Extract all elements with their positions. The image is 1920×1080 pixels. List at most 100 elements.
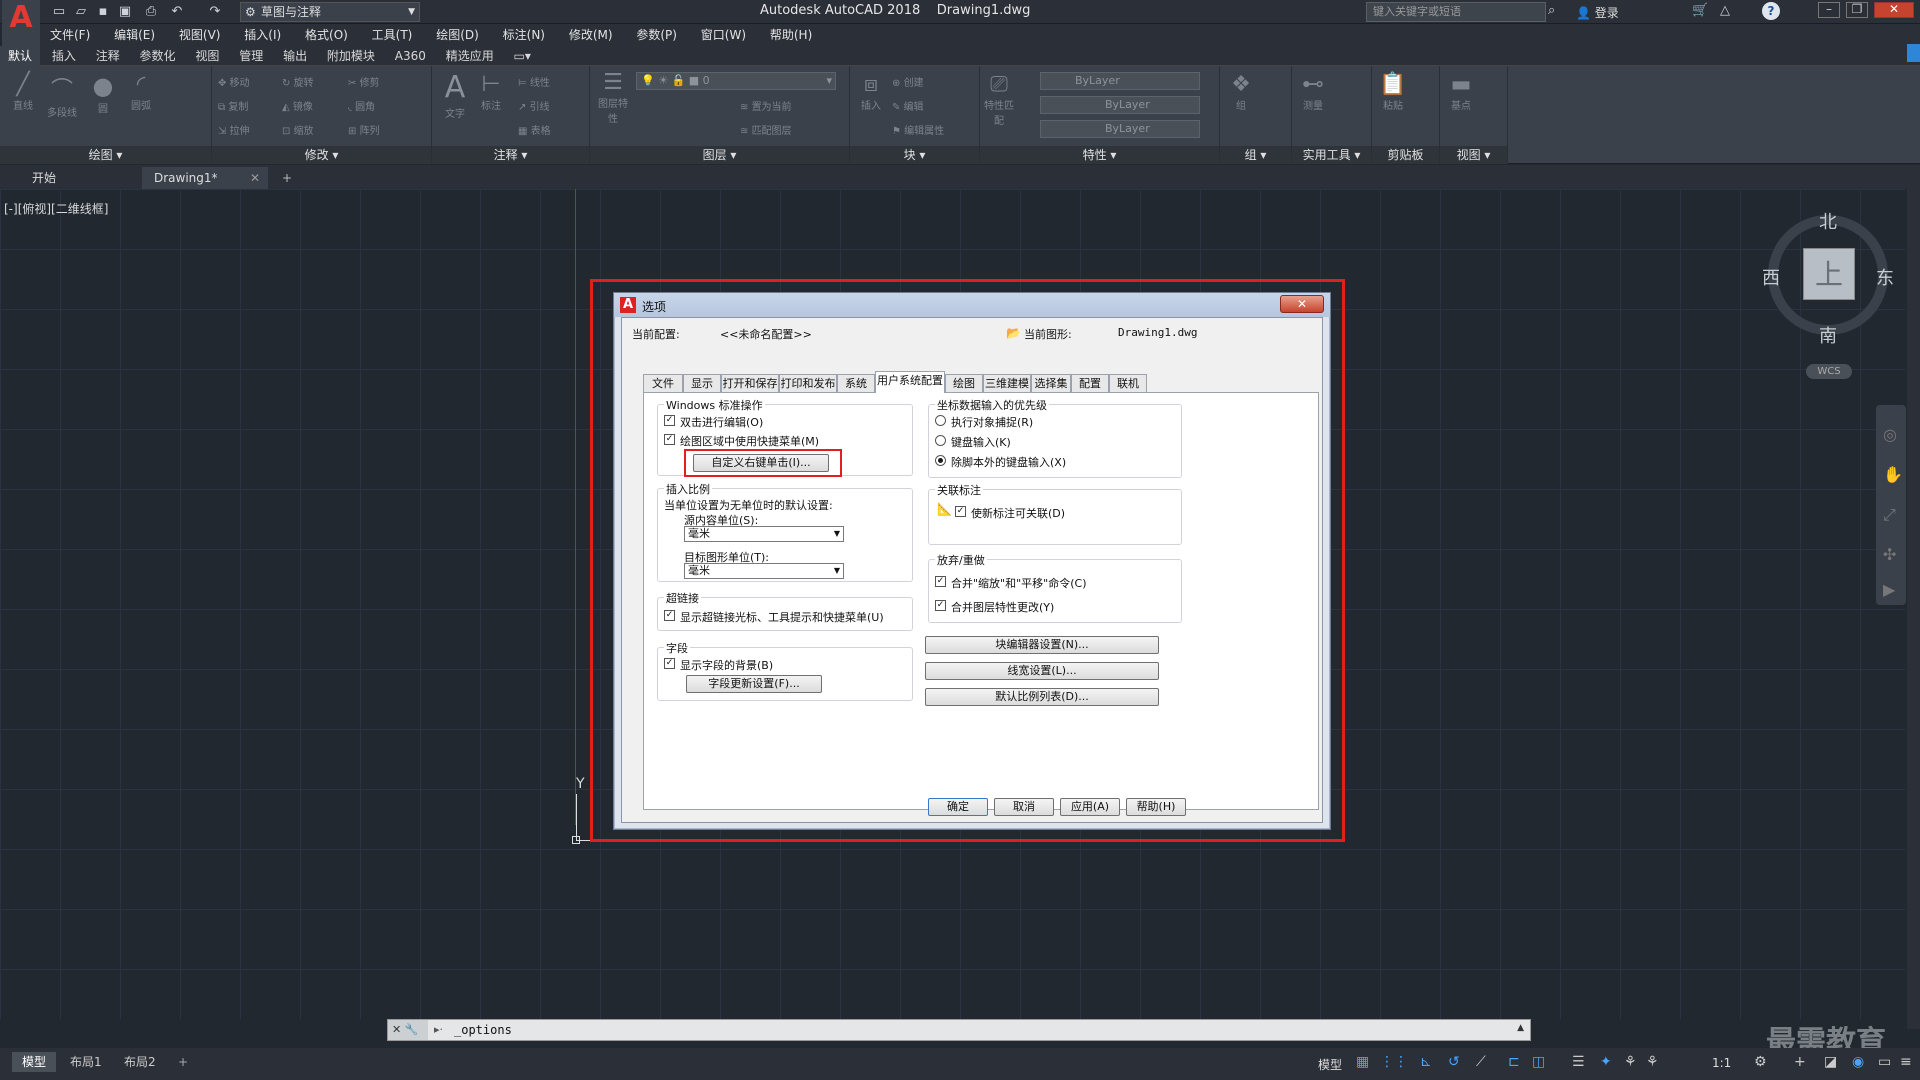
object-snap-icon[interactable]: ⊏ [1508,1054,1520,1070]
paste-tool[interactable]: 📋 粘贴 [1378,72,1408,112]
dimension-tool[interactable]: ⊢ 标注 [476,72,506,112]
array-tool[interactable]: ⊞ 阵列 [348,122,380,137]
tab-output[interactable]: 输出 [275,46,315,66]
tab-default[interactable]: 默认 [0,46,41,66]
viewport-controls[interactable]: [-][俯视][二维线框] [4,200,108,217]
default-scale-list-button[interactable]: 默认比例列表(D)... [925,688,1159,706]
hardware-accel-icon[interactable]: ◪ [1824,1054,1837,1070]
compass-north[interactable]: 北 [1819,208,1837,234]
panel-block-label[interactable]: 块 ▾ [850,146,979,164]
dialog-close-button[interactable]: ✕ [1280,295,1324,313]
menu-insert[interactable]: 插入(I) [234,24,291,46]
a360-icon[interactable]: △ [1720,3,1730,18]
arc-tool[interactable]: ◜ 圆弧 [124,72,158,112]
menu-format[interactable]: 格式(O) [295,24,358,46]
tab-system[interactable]: 系统 [837,374,875,392]
field-update-button[interactable]: 字段更新设置(F)... [686,675,822,693]
menu-dimension[interactable]: 标注(N) [493,24,555,46]
panel-properties-label[interactable]: 特性 ▾ [980,146,1219,164]
fillet-tool[interactable]: ◟ 圆角 [348,98,375,113]
panel-annotation-label[interactable]: 注释 ▾ [432,146,589,164]
tab-files[interactable]: 文件 [643,374,683,392]
binoculars-icon[interactable]: ⌕ [1548,3,1555,18]
apply-button[interactable]: 应用(A) [1060,798,1120,816]
tab-plot-publish[interactable]: 打印和发布 [779,374,837,392]
assoc-dim-checkbox[interactable]: ✓ [955,506,966,517]
workspace-switch-icon[interactable]: ⚙ [1754,1054,1767,1070]
stretch-tool[interactable]: ⇲ 拉伸 [218,122,250,137]
panel-groups-label[interactable]: 组 ▾ [1220,146,1291,164]
cart-icon[interactable]: 🛒 [1692,3,1708,18]
lineweight-settings-button[interactable]: 线宽设置(L)... [925,662,1159,680]
menu-edit[interactable]: 编辑(E) [104,24,165,46]
target-units-select[interactable]: 毫米 ▼ [684,563,844,579]
custom-right-click-button[interactable]: 自定义右键单击(I)... [693,454,829,472]
menu-help[interactable]: 帮助(H) [760,24,822,46]
orbit-icon[interactable]: ✣ [1883,545,1896,564]
help-icon[interactable]: ? [1762,2,1780,20]
ok-button[interactable]: 确定 [928,798,988,816]
tab-open-save[interactable]: 打开和保存 [721,374,779,392]
trim-tool[interactable]: ✂ 修剪 [348,74,380,89]
move-tool[interactable]: ✥ 移动 [218,74,250,89]
leader-tool[interactable]: ↗ 引线 [518,98,550,113]
menu-view[interactable]: 视图(V) [169,24,231,46]
menu-modify[interactable]: 修改(M) [559,24,623,46]
line-tool[interactable]: ╱ 直线 [6,72,40,112]
customization-menu-icon[interactable]: ≡ [1900,1054,1912,1070]
open-icon[interactable]: ▱ [72,3,90,21]
edit-block-tool[interactable]: ✎ 编辑 [892,98,924,113]
new-icon[interactable]: ▭ [50,3,68,21]
shortcut-menu-checkbox[interactable]: ✓ [664,434,675,445]
vertical-scrollbar[interactable] [1907,189,1920,1029]
add-layout-button[interactable]: + [168,1052,198,1072]
circle-tool[interactable]: ● 圆 [86,72,120,115]
login-button[interactable]: 👤 登录 [1576,4,1619,21]
wcs-menu[interactable]: WCS [1806,364,1852,379]
isolate-icon[interactable]: ◉ [1852,1054,1864,1070]
menu-parametric[interactable]: 参数(P) [626,24,687,46]
lineweight-dropdown[interactable]: ByLayer [1040,120,1200,138]
keyboard-except-scripts-radio[interactable] [935,455,946,466]
wrench-icon[interactable]: 🔧 [405,1023,419,1036]
tab-manage[interactable]: 管理 [231,46,271,66]
tab-selection[interactable]: 选择集 [1031,374,1071,392]
field-bg-checkbox[interactable]: ✓ [664,658,675,669]
layout-tab-model[interactable]: 模型 [12,1052,57,1072]
match-properties-tool[interactable]: ⎚ 特性匹配 [984,72,1014,127]
lineweight-icon[interactable]: ☰ [1572,1054,1585,1070]
annotation-scale-value[interactable]: 1:1 [1712,1056,1731,1070]
layer-dropdown[interactable]: 💡 ☀ 🔓 ■ 0 ▾ [636,72,836,90]
keyboard-radio[interactable] [935,435,946,446]
layout-tab-2[interactable]: 布局2 [114,1052,166,1072]
tab-addins[interactable]: 附加模块 [319,46,383,66]
polar-icon[interactable]: ↺ [1448,1054,1460,1070]
panel-utilities-label[interactable]: 实用工具 ▾ [1292,146,1371,164]
tab-profiles[interactable]: 配置 [1071,374,1109,392]
create-block-tool[interactable]: ⊕ 创建 [892,74,924,89]
panel-draw-label[interactable]: 绘图 ▾ [0,146,211,164]
compass-east[interactable]: 东 [1876,264,1894,290]
tab-3d-modeling[interactable]: 三维建模 [983,374,1031,392]
linetype-dropdown[interactable]: ByLayer [1040,96,1200,114]
text-tool[interactable]: A 文字 [440,70,470,120]
redo-icon[interactable]: ↷ [206,3,224,21]
compass-south[interactable]: 南 [1819,322,1837,348]
close-icon[interactable]: ✕ [392,1023,401,1036]
linear-tool[interactable]: ⊨ 线性 [518,74,550,89]
snap-icon[interactable]: ⋮⋮ [1380,1054,1408,1070]
source-units-select[interactable]: 毫米 ▼ [684,526,844,542]
isodraft-icon[interactable]: ⟋ [1476,1054,1486,1070]
save-icon[interactable]: ▪ [94,3,112,21]
panel-layers-label[interactable]: 图层 ▾ [590,146,849,164]
panel-modify-label[interactable]: 修改 ▾ [212,146,431,164]
tab-a360[interactable]: A360 [387,46,434,66]
print-icon[interactable]: ⎙ [142,3,160,21]
save-as-icon[interactable]: ▣ [116,3,134,21]
measure-tool[interactable]: ⊷ 测量 [1298,72,1328,112]
menu-file[interactable]: 文件(F) [40,24,100,46]
model-space-button[interactable]: 模型 [1318,1056,1342,1073]
cancel-button[interactable]: 取消 [994,798,1054,816]
rotate-tool[interactable]: ↻ 旋转 [282,74,314,89]
scroll-indicator[interactable] [1907,44,1920,62]
